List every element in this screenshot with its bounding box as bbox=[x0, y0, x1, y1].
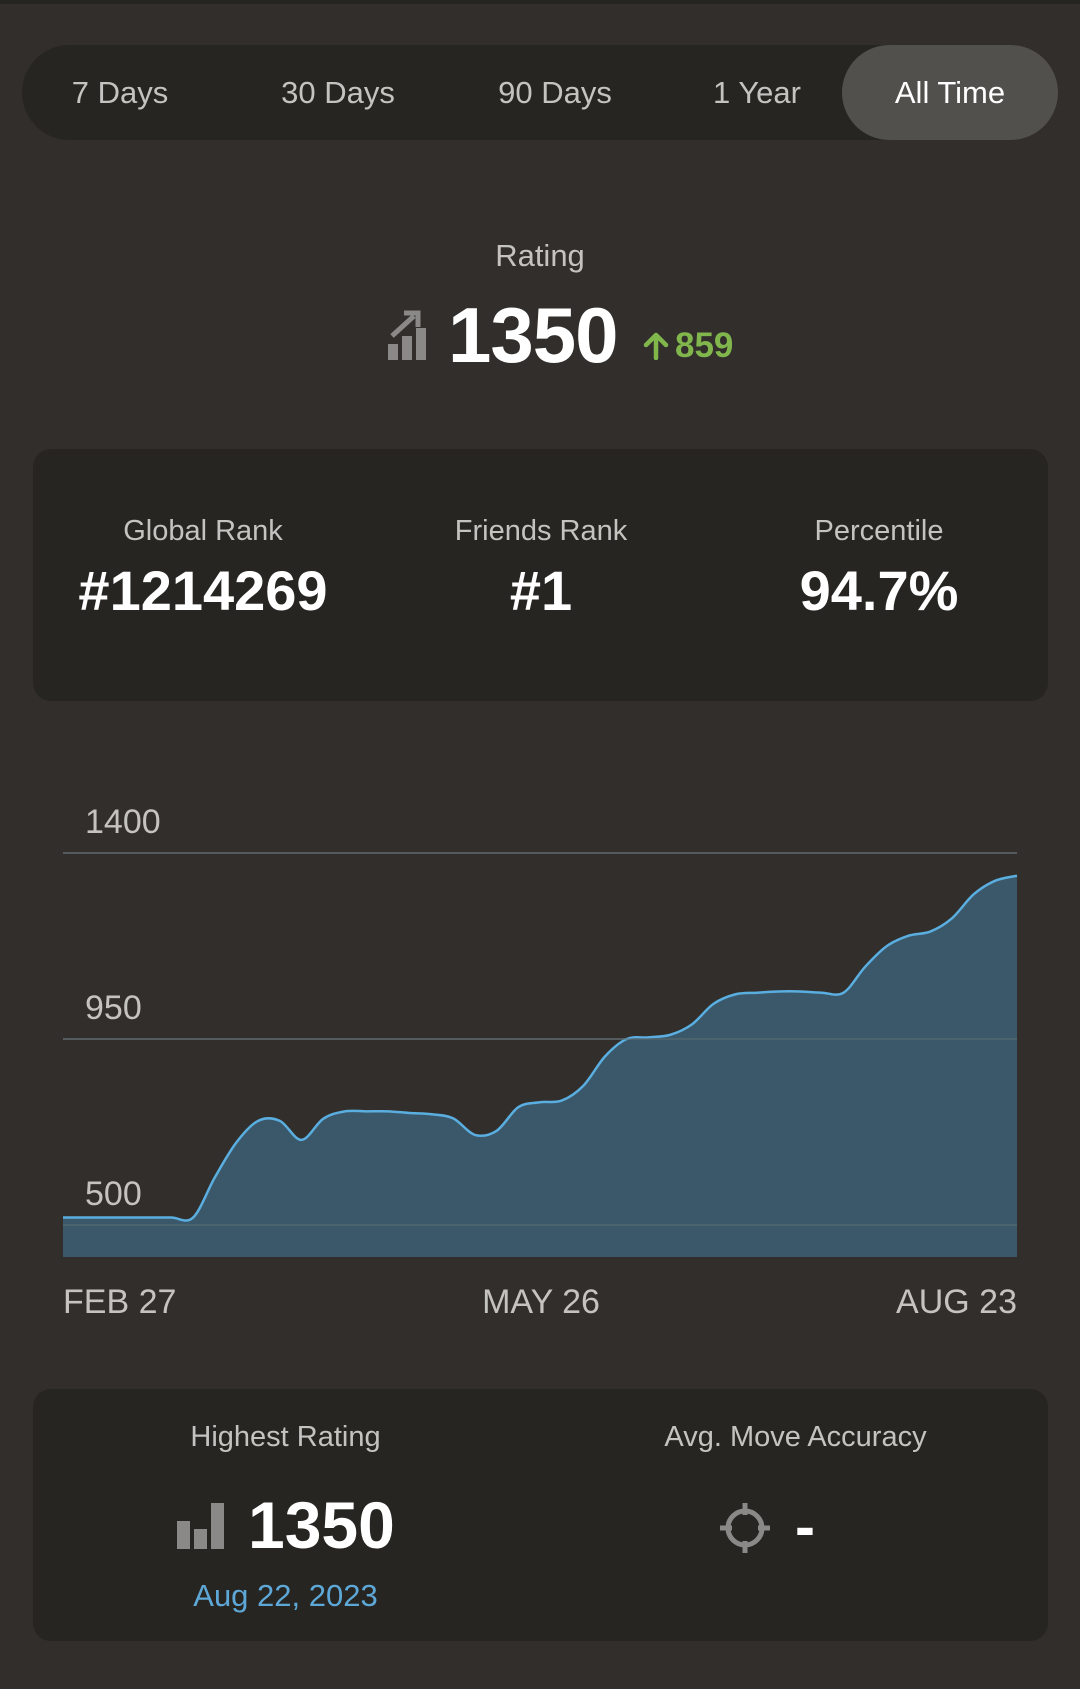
rating-change-value: 859 bbox=[675, 326, 734, 365]
y-tick-label: 950 bbox=[85, 989, 142, 1027]
tab-all-time[interactable]: All Time bbox=[842, 45, 1058, 140]
rating-chart-svg: 500 950 1400 FEB 27 MAY 26 AUG 23 bbox=[63, 803, 1018, 1321]
friends-rank-value: #1 bbox=[509, 559, 573, 622]
rating-area bbox=[63, 875, 1017, 1257]
x-tick-label: MAY 26 bbox=[482, 1283, 600, 1321]
avg-move-accuracy-value: - bbox=[795, 1493, 815, 1560]
tab-7-days[interactable]: 7 Days bbox=[22, 45, 218, 140]
percentile-label: Percentile bbox=[814, 515, 944, 547]
time-range-tabs: 7 Days 30 Days 90 Days 1 Year All Time bbox=[22, 45, 1058, 140]
friends-rank-label: Friends Rank bbox=[454, 515, 628, 547]
rating-summary: 1350 859 bbox=[0, 290, 1080, 380]
tab-30-days[interactable]: 30 Days bbox=[218, 45, 458, 140]
rating-chart: 500 950 1400 FEB 27 MAY 26 AUG 23 bbox=[0, 790, 1080, 1330]
rating-trend-icon bbox=[388, 310, 426, 360]
top-divider bbox=[0, 0, 1080, 4]
global-rank: Global Rank #1214269 bbox=[33, 515, 373, 623]
rating-label: Rating bbox=[495, 238, 585, 273]
highest-rating-value: 1350 bbox=[248, 1488, 395, 1562]
ranks-card: Global Rank #1214269 Friends Rank #1 Per… bbox=[33, 449, 1048, 701]
avg-move-accuracy-row: - bbox=[543, 1485, 1048, 1565]
x-tick-label: FEB 27 bbox=[63, 1283, 176, 1321]
crosshair-icon bbox=[720, 1503, 770, 1553]
rating-value: 1350 bbox=[448, 291, 619, 379]
percentile: Percentile 94.7% bbox=[709, 515, 1049, 623]
y-tick-label: 1400 bbox=[85, 803, 161, 841]
x-tick-label: AUG 23 bbox=[896, 1283, 1017, 1321]
tab-90-days[interactable]: 90 Days bbox=[458, 45, 652, 140]
rating-change: 859 bbox=[643, 326, 733, 366]
highest-rating-body: 1350 Aug 22, 2023 bbox=[33, 1389, 538, 1641]
avg-move-accuracy-body: - bbox=[543, 1389, 1048, 1641]
tab-1-year[interactable]: 1 Year bbox=[652, 45, 862, 140]
global-rank-value: #1214269 bbox=[78, 559, 328, 622]
arrow-up-icon bbox=[643, 332, 669, 360]
highlights-card: Highest Rating 1350 Aug 22, 2023 Avg. Mo… bbox=[33, 1389, 1048, 1641]
friends-rank: Friends Rank #1 bbox=[373, 515, 709, 623]
bar-chart-icon bbox=[177, 1503, 224, 1549]
highest-rating-row: 1350 bbox=[33, 1485, 538, 1565]
percentile-value: 94.7% bbox=[799, 559, 959, 622]
highest-rating-date[interactable]: Aug 22, 2023 bbox=[33, 1578, 538, 1614]
y-tick-label: 500 bbox=[85, 1175, 142, 1213]
global-rank-label: Global Rank bbox=[123, 515, 283, 547]
